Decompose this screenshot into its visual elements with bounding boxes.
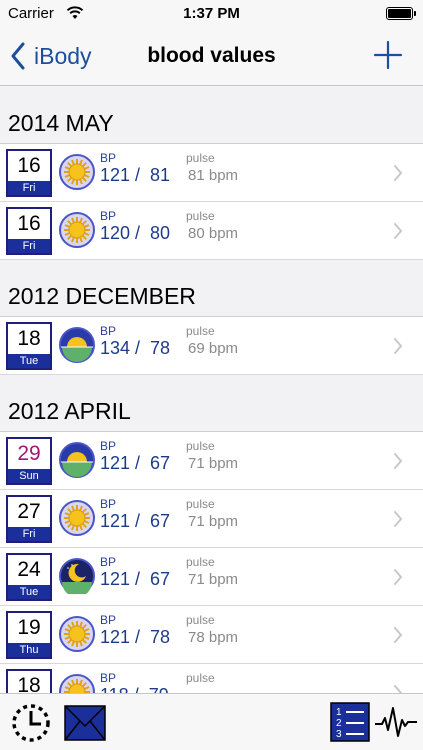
day-number: 16 <box>17 154 41 177</box>
calendar-date-badge: 16 Fri <box>6 207 52 255</box>
bp-value: 121 / 67 <box>100 453 171 473</box>
section-header: 2012 APRIL <box>0 375 423 432</box>
calendar-date-badge: 19 Thu <box>6 611 52 659</box>
chevron-right-icon <box>394 223 403 239</box>
sun-icon <box>59 154 95 190</box>
day-number: 27 <box>17 500 41 523</box>
chevron-right-icon <box>394 627 403 643</box>
calendar-date-badge: 18 Tue <box>6 322 52 370</box>
pulse-label: pulse <box>186 671 215 685</box>
pulse-label: pulse <box>186 497 215 511</box>
pulse-value: 71 bpm <box>188 571 239 588</box>
weekday-label: Tue <box>8 585 50 599</box>
pulse-label: pulse <box>186 439 215 453</box>
weekday-label: Tue <box>8 354 50 368</box>
measurement-row[interactable]: 18 Tue BP 134 / 78 pulse 69 bpm <box>0 317 423 375</box>
measurement-row[interactable]: 24 Tue BP 121 / 67 pulse 71 bpm <box>0 548 423 606</box>
measurement-row[interactable]: 27 Fri BP 121 / 67 pulse 71 bpm <box>0 490 423 548</box>
list-icon-digit-2: 2 <box>336 718 342 729</box>
weekday-label: Thu <box>8 643 50 657</box>
pulse-label: pulse <box>186 324 215 338</box>
chevron-right-icon <box>394 338 403 354</box>
pulse-label: pulse <box>186 151 215 165</box>
bp-label: BP <box>100 613 117 627</box>
pulse-value: 71 bpm <box>188 455 239 472</box>
section-header: 2014 MAY <box>0 87 423 144</box>
bp-value: 121 / 78 <box>100 627 171 647</box>
bp-value: 134 / 78 <box>100 338 171 358</box>
bp-value: 121 / 81 <box>100 165 171 185</box>
day-number: 16 <box>17 212 41 235</box>
day-number: 19 <box>17 616 41 639</box>
bp-label: BP <box>100 324 117 338</box>
sun-icon <box>59 616 95 652</box>
status-time: 1:37 PM <box>183 5 240 22</box>
moon-icon <box>59 558 95 594</box>
page-title: blood values <box>147 44 276 67</box>
measurement-row[interactable]: 18 BP118 / 79 pulse <box>0 664 423 693</box>
sunrise-icon <box>59 327 95 363</box>
battery-icon <box>386 7 416 20</box>
weekday-label: Fri <box>8 527 50 541</box>
measurement-row[interactable]: 29 Sun BP 121 / 67 pulse 71 bpm <box>0 432 423 490</box>
bp-value: 118 / 79 <box>100 685 169 693</box>
blood-values-list[interactable]: 2014 MAY 16 Fri BP 121 / 81 pulse 81 bpm 16 Fri B… <box>0 87 423 693</box>
day-number: 18 <box>17 674 41 693</box>
weekday-label: Fri <box>8 181 50 195</box>
navigation-bar: iBody blood values <box>0 28 423 86</box>
calendar-date-badge: 18 <box>6 669 52 693</box>
bp-label: BP <box>100 151 117 165</box>
mail-icon[interactable] <box>64 704 106 742</box>
pulse-label: pulse <box>186 613 215 627</box>
bp-label: BP <box>100 209 117 223</box>
list-view-icon[interactable]: 1 2 3 <box>330 702 370 742</box>
status-bar: Carrier 1:37 PM <box>0 0 423 28</box>
calendar-date-badge: 29 Sun <box>6 437 52 485</box>
chevron-right-icon <box>394 569 403 585</box>
chevron-right-icon <box>394 453 403 469</box>
pulse-value: 69 bpm <box>188 340 239 357</box>
calendar-date-badge: 24 Tue <box>6 553 52 601</box>
measurement-row[interactable]: 19 Thu BP 121 / 78 pulse 78 bpm <box>0 606 423 664</box>
sun-icon <box>59 500 95 536</box>
add-button[interactable] <box>373 40 403 70</box>
bp-value: 120 / 80 <box>100 223 171 243</box>
pulse-value: 81 bpm <box>188 167 239 184</box>
bp-value: 121 / 67 <box>100 511 171 531</box>
list-icon-digit-1: 1 <box>336 707 342 718</box>
section-header: 2012 DECEMBER <box>0 260 423 317</box>
day-number: 24 <box>17 558 41 581</box>
measurement-row[interactable]: 16 Fri BP 120 / 80 pulse 80 bpm <box>0 202 423 260</box>
pulse-value: 78 bpm <box>188 629 239 646</box>
calendar-date-badge: 16 Fri <box>6 149 52 197</box>
pulse-label: pulse <box>186 555 215 569</box>
calendar-date-badge: 27 Fri <box>6 495 52 543</box>
bp-label: BP <box>100 497 117 511</box>
pulse-value: 71 bpm <box>188 513 239 530</box>
sun-icon <box>59 212 95 248</box>
weekday-label: Fri <box>8 239 50 253</box>
pulse-value: 80 bpm <box>188 225 239 242</box>
list-icon-digit-3: 3 <box>336 729 342 740</box>
history-clock-icon[interactable] <box>10 702 52 744</box>
pulse-graph-icon[interactable] <box>374 706 418 738</box>
day-number: 29 <box>17 442 41 465</box>
bp-label: BP <box>100 439 117 453</box>
day-number: 18 <box>17 327 41 350</box>
chevron-right-icon <box>394 165 403 181</box>
chevron-right-icon <box>394 511 403 527</box>
bp-label: BP <box>100 555 117 569</box>
pulse-label: pulse <box>186 209 215 223</box>
bp-label: BP <box>100 671 117 685</box>
sun-icon <box>59 674 95 693</box>
bottom-toolbar: 1 2 3 <box>0 693 423 750</box>
measurement-row[interactable]: 16 Fri BP 121 / 81 pulse 81 bpm <box>0 144 423 202</box>
chevron-right-icon <box>394 685 403 693</box>
bp-value: 121 / 67 <box>100 569 171 589</box>
weekday-label: Sun <box>8 469 50 483</box>
sunrise-icon <box>59 442 95 478</box>
